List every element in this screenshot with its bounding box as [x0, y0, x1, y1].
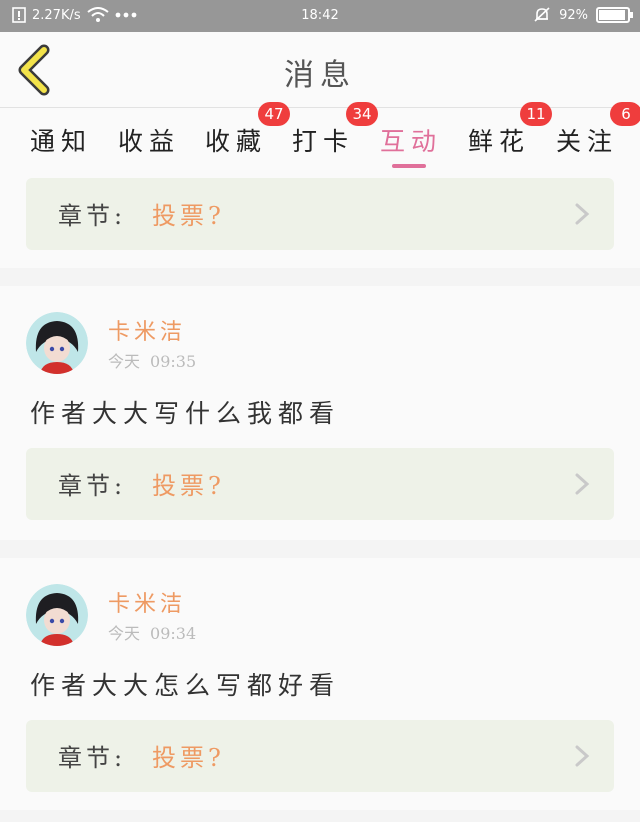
- avatar[interactable]: [26, 584, 88, 646]
- tab-notice[interactable]: 通知: [30, 122, 92, 158]
- comment-text: 作者大大怎么写都好看: [30, 671, 341, 700]
- chapter-title: 投票?: [152, 202, 225, 230]
- post-time: 今天 09:34: [108, 620, 206, 644]
- post-day: 今天: [108, 352, 141, 371]
- battery-icon: [596, 7, 633, 23]
- avatar-image: [26, 584, 88, 646]
- username[interactable]: 卡米洁: [108, 586, 186, 618]
- chevron-right-icon: [575, 203, 590, 225]
- tab-favorites[interactable]: 收藏: [205, 122, 267, 158]
- chapter-label: 章节:: [58, 472, 127, 500]
- status-bar: 2.27K/s 18:42 92%: [0, 0, 640, 32]
- favorites-badge: 47: [258, 102, 290, 126]
- chapter-label: 章节:: [58, 744, 127, 772]
- chevron-right-icon: [575, 473, 590, 495]
- avatar[interactable]: [26, 312, 88, 374]
- checkin-badge: 34: [346, 102, 378, 126]
- post-clock: 09:35: [150, 352, 197, 371]
- interaction-card: 章节: 投票?: [0, 172, 640, 268]
- chapter-link[interactable]: 章节: 投票?: [26, 448, 614, 520]
- chapter-title: 投票?: [152, 472, 225, 500]
- post-clock: 09:34: [150, 624, 197, 643]
- comment-text: 作者大大写什么我都看: [30, 399, 341, 428]
- post-day: 今天: [108, 624, 141, 643]
- post-time: 今天 09:35: [108, 348, 206, 372]
- interaction-card: 卡米洁 今天 09:34 作者大大怎么写都好看 章节: 投票?: [0, 558, 640, 810]
- chapter-link[interactable]: 章节: 投票?: [26, 178, 614, 250]
- interaction-card: 卡米洁 今天 09:35 作者大大写什么我都看 章节: 投票?: [0, 286, 640, 540]
- tab-bar: 通知 收益 收藏 47 打卡 34 互动 鲜花 11 关注 6: [0, 102, 640, 172]
- tab-earnings[interactable]: 收益: [118, 122, 180, 158]
- battery-level: [599, 10, 625, 20]
- tab-interaction[interactable]: 互动: [380, 122, 442, 158]
- page-title: 消息: [284, 58, 356, 93]
- silent-bell-icon: [534, 7, 550, 22]
- status-right: 92%: [533, 6, 633, 24]
- avatar-image: [26, 312, 88, 374]
- tab-checkin[interactable]: 打卡: [292, 122, 354, 158]
- active-tab-indicator: [392, 164, 426, 168]
- battery-percent: 92%: [559, 7, 588, 23]
- chevron-right-icon: [575, 745, 590, 767]
- chapter-label: 章节:: [58, 202, 127, 230]
- flowers-badge: 11: [520, 102, 552, 126]
- tab-follow[interactable]: 关注: [556, 122, 618, 158]
- tab-flowers[interactable]: 鲜花: [468, 122, 530, 158]
- chapter-title: 投票?: [152, 744, 225, 772]
- chapter-link[interactable]: 章节: 投票?: [26, 720, 614, 792]
- follow-badge: 6: [610, 102, 640, 126]
- title-bar: 消息: [0, 32, 640, 108]
- username[interactable]: 卡米洁: [108, 314, 186, 346]
